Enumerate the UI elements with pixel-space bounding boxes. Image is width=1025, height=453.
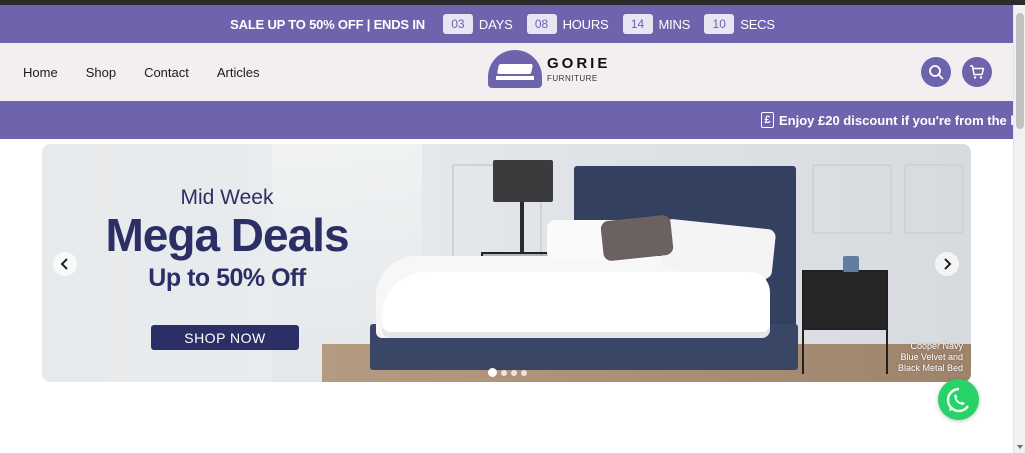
cart-icon [970,65,985,79]
hero-line-1: Mid Week [180,186,274,209]
slider-next-button[interactable] [935,252,959,276]
countdown-days-label: DAYS [478,16,513,32]
nav-home[interactable]: Home [23,65,58,80]
countdown-days-value: 03 [442,14,473,34]
countdown-secs-label: SECS [740,16,775,32]
nav-articles[interactable]: Articles [217,65,260,80]
scroll-down-arrow-icon[interactable] [1017,445,1023,449]
pound-icon: £ [761,112,774,128]
slider-dot-3[interactable] [511,369,517,376]
slider-prev-button[interactable] [53,252,77,276]
info-strip: £ Enjoy £20 discount if you're from the … [0,101,1013,139]
hero-title: Mega Deals [105,209,349,261]
discount-message: £ Enjoy £20 discount if you're from the … [761,101,1013,139]
countdown-secs-value: 10 [704,14,735,34]
site-logo[interactable]: GORIE FURNITURE [488,50,610,88]
scrollbar-thumb[interactable] [1016,13,1024,129]
search-icon [929,65,944,80]
page: SALE UP TO 50% OFF | ENDS IN 03 DAYS 08 … [0,0,1025,453]
bedside-table-right [802,270,888,330]
slider-dot-2[interactable] [501,369,507,376]
caption-line-3: Black Metal Bed [897,363,963,373]
countdown-mins-label: MINS [658,16,691,32]
main-nav: Home Shop Contact Articles [23,43,288,101]
chevron-left-icon [60,258,68,270]
logo-subtitle: FURNITURE [547,73,598,83]
promo-bar: SALE UP TO 50% OFF | ENDS IN 03 DAYS 08 … [0,5,1013,43]
caption-line-1: Cooper Navy [910,341,963,351]
accent-pillow [600,214,674,262]
whatsapp-icon [946,387,969,412]
whatsapp-button[interactable] [938,379,979,420]
logo-mark-icon [488,50,542,88]
slider-dot-1[interactable] [488,368,497,377]
countdown-mins-value: 14 [622,14,653,34]
caption-line-2: Blue Velvet and [900,352,963,362]
nav-shop[interactable]: Shop [86,65,116,80]
site-header: Home Shop Contact Articles GORIE FURNITU… [0,43,1013,101]
search-button[interactable] [921,57,951,87]
shop-now-button[interactable]: SHOP NOW [151,325,299,350]
cart-button[interactable] [962,57,992,87]
discount-message-text: Enjoy £20 discount if you're from the lo [779,112,1013,128]
hero-subtitle: Up to 50% Off [148,264,306,292]
lamp-image [493,160,553,202]
slider-dot-4[interactable] [521,369,527,376]
sale-text: SALE UP TO 50% OFF | ENDS IN [230,16,425,32]
chevron-right-icon [944,258,952,270]
logo-brand: GORIE [547,54,611,72]
countdown-hours-value: 08 [526,14,557,34]
nav-contact[interactable]: Contact [144,65,189,80]
product-caption: Cooper Navy Blue Velvet and Black Metal … [873,341,963,374]
slider-dots [488,368,531,377]
countdown-hours-label: HOURS [562,16,609,32]
page-scrollbar[interactable] [1013,5,1025,453]
hero-banner[interactable]: Mid Week Mega Deals Up to 50% Off SHOP N… [42,144,971,382]
bed-duvet [382,272,770,332]
